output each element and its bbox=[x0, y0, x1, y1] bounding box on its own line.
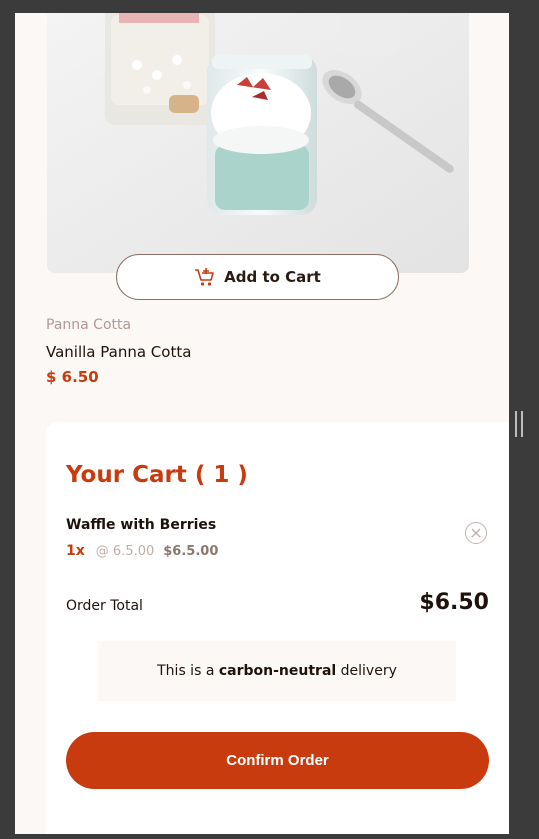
cart-item-quantity: 1x bbox=[66, 543, 85, 559]
carbon-suffix: delivery bbox=[336, 663, 397, 679]
product-price: $ 6.50 bbox=[46, 368, 99, 386]
scrollbar-grip[interactable] bbox=[515, 411, 523, 437]
carbon-neutral-notice: This is a carbon-neutral delivery bbox=[98, 641, 456, 701]
order-total-value: $6.50 bbox=[419, 590, 489, 615]
window-top-strip bbox=[0, 0, 539, 12]
product-image bbox=[47, 13, 469, 273]
page-viewport: Add to Cart Panna Cotta Vanilla Panna Co… bbox=[15, 13, 509, 834]
product-name: Vanilla Panna Cotta bbox=[46, 343, 192, 361]
remove-item-button[interactable] bbox=[465, 522, 487, 544]
cart-item-subtotal: $6.5.00 bbox=[163, 544, 219, 559]
confirm-order-button[interactable]: Confirm Order bbox=[66, 732, 489, 789]
cart-item-unit-price: @ 6.5.00 bbox=[95, 544, 155, 559]
panna-cotta-photo bbox=[47, 13, 469, 273]
cart-panel: Your Cart ( 1 ) Waffle with Berries 1x @… bbox=[46, 422, 509, 834]
add-to-cart-button[interactable]: Add to Cart bbox=[116, 254, 399, 300]
product-category: Panna Cotta bbox=[46, 317, 132, 333]
cart-item-meta: 1x @ 6.5.00 $6.5.00 bbox=[66, 543, 218, 559]
remove-item-icon bbox=[471, 528, 481, 538]
order-total-label: Order Total bbox=[66, 598, 143, 614]
add-to-cart-label: Add to Cart bbox=[224, 268, 321, 286]
add-to-cart-icon bbox=[194, 267, 216, 287]
cart-item-name: Waffle with Berries bbox=[66, 517, 217, 533]
cart-title: Your Cart ( 1 ) bbox=[66, 462, 248, 488]
carbon-prefix: This is a bbox=[157, 663, 219, 679]
carbon-emphasis: carbon-neutral bbox=[218, 663, 337, 679]
